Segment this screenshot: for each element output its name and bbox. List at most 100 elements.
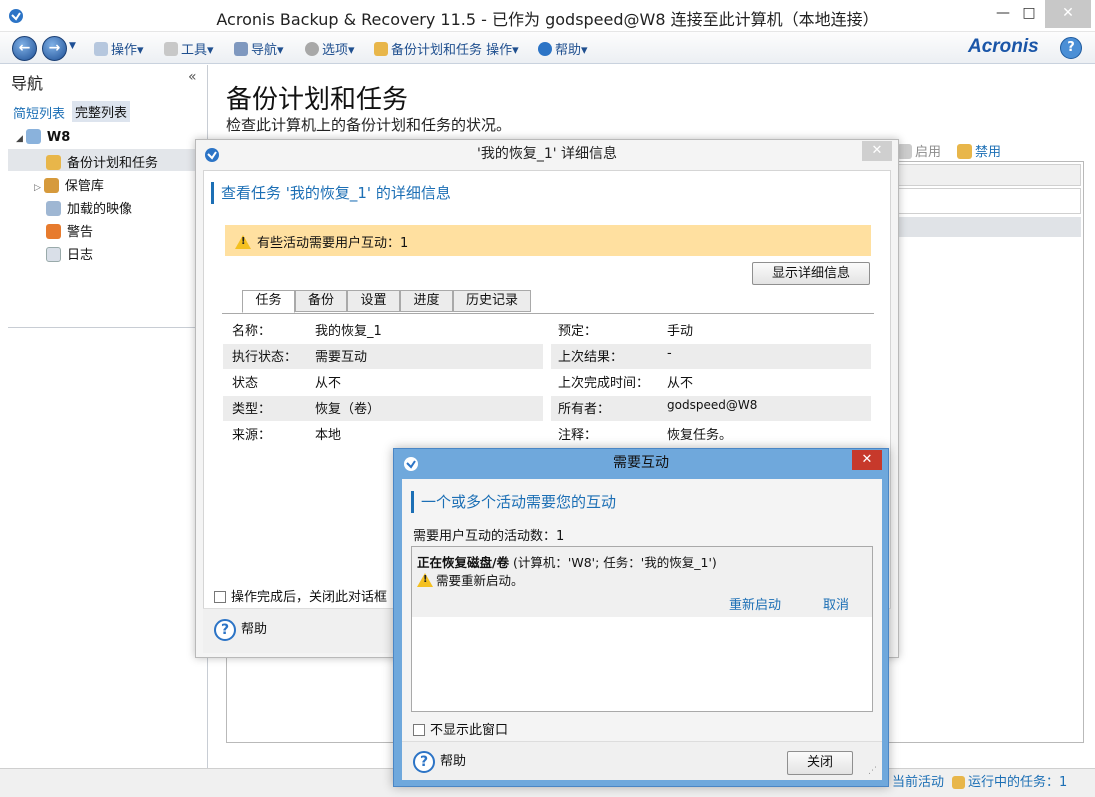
expand-arrow-icon: ◢ — [16, 134, 23, 144]
list-subheader — [889, 217, 1081, 237]
menu-help-label: 帮助▾ — [555, 43, 588, 58]
field-key: 注释： — [558, 428, 598, 443]
details-heading: 查看任务 '我的恢复_1' 的详细信息 — [211, 182, 451, 204]
interaction-dialog-title: 需要互动 — [613, 455, 669, 471]
cancel-link[interactable]: 取消 — [823, 594, 849, 613]
dont-show-checkbox[interactable]: 不显示此窗口 — [413, 719, 508, 738]
field-key: 来源： — [232, 428, 272, 443]
field-value: 恢复（卷） — [315, 402, 381, 417]
vault-icon — [43, 178, 59, 193]
disable-button[interactable]: 禁用 — [957, 141, 1001, 160]
interaction-close-x[interactable]: ✕ — [852, 450, 882, 470]
pane-divider — [8, 327, 207, 328]
tools-icon — [164, 42, 178, 56]
show-details-button[interactable]: 显示详细信息 — [752, 262, 870, 285]
tab-history[interactable]: 历史记录 — [453, 290, 531, 312]
navigation-pane: 导航 « 简短列表 完整列表 ◢ W8 备份计划和任务 ▷ 保管库 加载的映像 警告… — [0, 65, 208, 768]
field-value: 我的恢复_1 — [315, 324, 382, 339]
resize-grip-icon[interactable]: ⋰ — [868, 766, 877, 776]
tree-machine-w8[interactable]: ◢ W8 — [16, 129, 70, 145]
menu-help[interactable]: 帮助▾ — [538, 39, 588, 58]
options-icon — [305, 42, 319, 56]
window-title-bar: Acronis Backup & Recovery 11.5 - 已作为 god… — [0, 0, 1095, 32]
running-tasks-link[interactable]: 运行中的任务：1 — [952, 771, 1067, 790]
current-activity-link[interactable]: 当前活动 — [892, 771, 944, 790]
activity-message-text: 需要重新启动。 — [436, 573, 524, 588]
activity-name: 正在恢复磁盘/卷 — [417, 555, 510, 570]
help-icon — [538, 42, 552, 56]
alert-icon — [46, 224, 61, 239]
dialog-close-button[interactable]: ✕ — [862, 141, 892, 161]
field-value: 本地 — [315, 428, 342, 443]
interaction-help-link[interactable]: ? 帮助 — [413, 750, 466, 773]
menu-tools[interactable]: 工具▾ — [164, 39, 214, 58]
checkbox-box[interactable] — [413, 724, 425, 736]
window-close-button[interactable]: ✕ — [1045, 0, 1091, 28]
sidebar-item-plans[interactable]: 备份计划和任务 — [46, 152, 158, 171]
plans-icon — [374, 42, 388, 56]
activity-title: 正在恢复磁盘/卷 (计算机：'W8'; 任务：'我的恢复_1') — [417, 552, 717, 571]
full-list-link[interactable]: 完整列表 — [72, 101, 131, 122]
tab-strip: 任务 备份 设置 进度 历史记录 — [242, 290, 542, 314]
interaction-dialog: 需要互动 ✕ 一个或多个活动需要您的互动 需要用户互动的活动数：1 正在恢复磁盘… — [393, 448, 889, 787]
tab-underline — [222, 313, 874, 314]
enable-button[interactable]: 启用 — [897, 141, 941, 160]
tab-progress[interactable]: 进度 — [400, 290, 453, 312]
sidebar-item-mounted-images[interactable]: 加载的映像 — [46, 198, 132, 217]
field-key: 执行状态： — [232, 350, 298, 365]
activity-context: (计算机：'W8'; 任务：'我的恢复_1') — [509, 555, 717, 570]
disable-icon — [957, 144, 972, 159]
field-value: 恢复任务。 — [667, 428, 733, 443]
dialog-title: '我的恢复_1' 详细信息 — [476, 146, 618, 162]
window-title: Acronis Backup & Recovery 11.5 - 已作为 god… — [216, 10, 879, 29]
menu-plan-actions[interactable]: 备份计划和任务 操作▾ — [374, 39, 519, 58]
running-tasks-label: 运行中的任务：1 — [968, 775, 1068, 790]
field-key: 上次完成时间： — [558, 376, 650, 391]
checkbox-label: 操作完成后，关闭此对话框 — [231, 590, 388, 605]
close-after-checkbox[interactable]: 操作完成后，关闭此对话框 — [214, 586, 387, 605]
menu-actions[interactable]: 操作▾ — [94, 39, 144, 58]
task-icon — [952, 776, 965, 789]
sidebar-item-label: 备份计划和任务 — [67, 156, 159, 171]
menu-navigate-label: 导航▾ — [251, 43, 284, 58]
checkbox-label: 不显示此窗口 — [430, 723, 509, 738]
field-value: 需要互动 — [315, 350, 368, 365]
help-link[interactable]: ? 帮助 — [214, 618, 267, 641]
field-key: 类型： — [232, 402, 272, 417]
log-icon — [46, 247, 61, 262]
machine-label: W8 — [46, 130, 71, 145]
tab-task[interactable]: 任务 — [242, 290, 295, 313]
help-label: 帮助 — [241, 622, 268, 637]
help-button[interactable]: ? — [1060, 37, 1082, 59]
field-key: 预定： — [558, 324, 598, 339]
help-icon: ? — [214, 618, 236, 641]
close-button[interactable]: 关闭 — [787, 751, 853, 775]
sidebar-item-vaults[interactable]: ▷ 保管库 — [34, 175, 104, 194]
history-dropdown-icon[interactable]: ▼ — [69, 41, 76, 51]
checkbox-box[interactable] — [214, 591, 226, 603]
sidebar-item-alerts[interactable]: 警告 — [46, 221, 93, 240]
tab-settings[interactable]: 设置 — [347, 290, 400, 312]
sidebar-item-label: 保管库 — [64, 179, 104, 194]
warning-icon — [417, 573, 433, 587]
short-list-link[interactable]: 简短列表 — [13, 103, 65, 122]
sidebar-item-log[interactable]: 日志 — [46, 244, 93, 263]
forward-button[interactable]: → — [42, 36, 67, 61]
field-key: 上次结果： — [558, 350, 624, 365]
menu-navigate[interactable]: 导航▾ — [234, 39, 284, 58]
tab-backup[interactable]: 备份 — [295, 290, 347, 312]
sidebar-item-label: 日志 — [67, 248, 94, 263]
field-value: godspeed@W8 — [667, 398, 758, 412]
interaction-heading: 一个或多个活动需要您的互动 — [411, 491, 616, 513]
menu-options[interactable]: 选项▾ — [305, 39, 355, 58]
back-button[interactable]: ← — [12, 36, 37, 61]
navigate-icon — [234, 42, 248, 56]
field-key: 名称： — [232, 324, 272, 339]
expand-arrow-icon[interactable]: ▷ — [34, 183, 41, 193]
collapse-pane-button[interactable]: « — [188, 69, 197, 85]
field-key: 状态 — [232, 376, 259, 391]
field-value: 从不 — [315, 376, 342, 391]
list-row[interactable] — [889, 188, 1081, 214]
restart-link[interactable]: 重新启动 — [729, 594, 781, 613]
help-label: 帮助 — [440, 754, 467, 769]
